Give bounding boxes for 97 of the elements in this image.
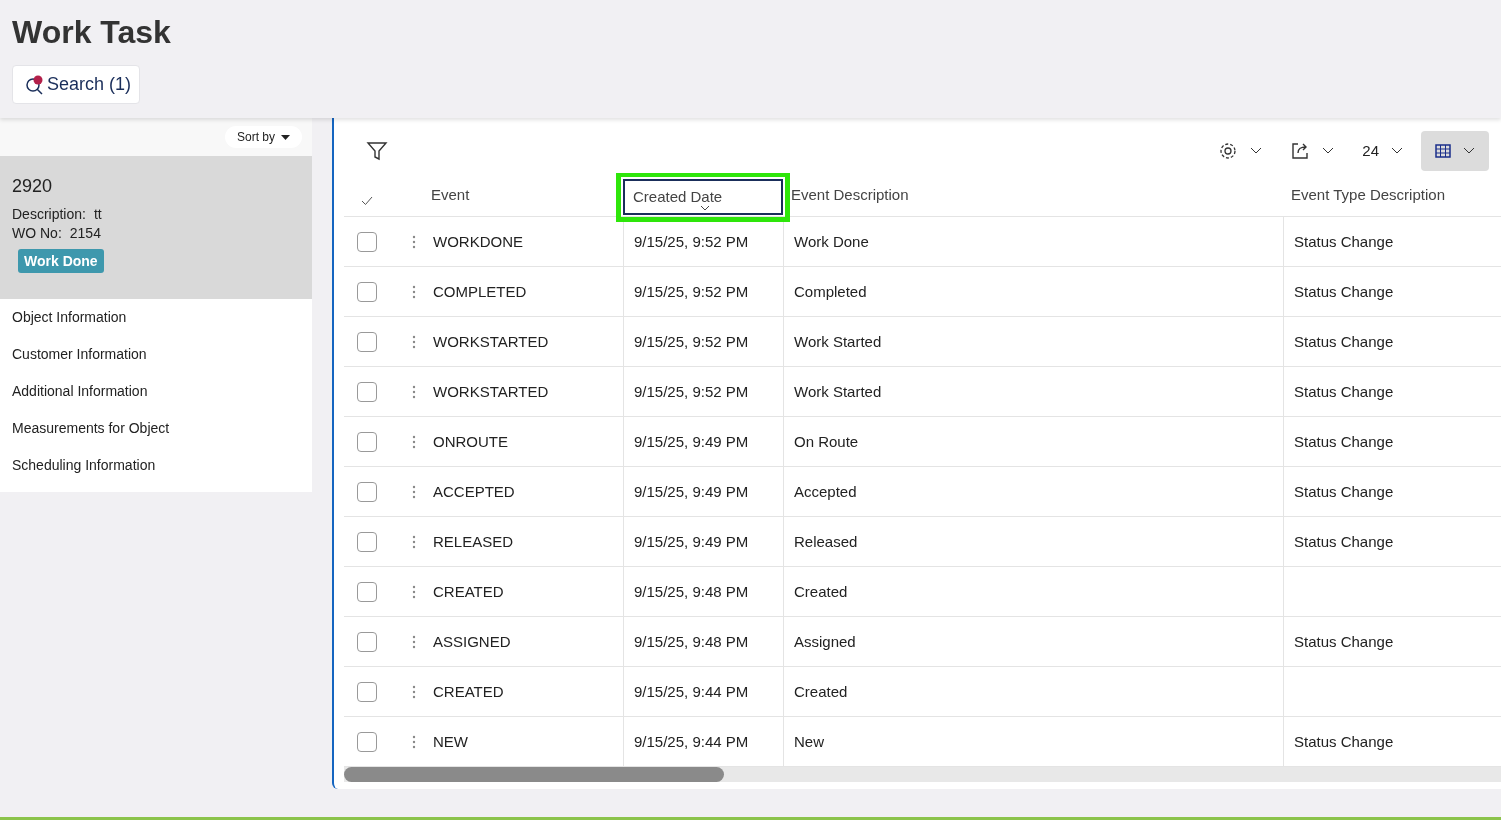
table-cell: CREATED [433, 583, 504, 600]
more-options-icon[interactable] [412, 734, 416, 749]
row-checkbox[interactable] [357, 631, 377, 652]
table-cell: RELEASED [433, 533, 514, 550]
table-cell: Completed [794, 283, 867, 300]
table-cell: Assigned [794, 633, 856, 650]
row-checkbox[interactable] [357, 281, 377, 302]
table-icon [1435, 143, 1451, 158]
chevron-icon [1463, 146, 1475, 155]
more-options-icon[interactable] [412, 684, 416, 699]
table-cell: 9/15/25, 9:44 PM [634, 733, 749, 750]
page-size-dropdown[interactable]: 24 [1352, 130, 1413, 171]
table-cell: Created [794, 683, 848, 700]
select-all-check-icon[interactable] [361, 196, 373, 206]
table-cell: Work Done [794, 233, 869, 250]
table-cell: WORKSTARTED [433, 333, 549, 350]
field-label: Description: [12, 206, 86, 222]
row-checkbox[interactable] [357, 681, 377, 702]
record-card[interactable]: 2920 Description: tt WO No: 2154 Work Done [0, 156, 312, 299]
search-icon [25, 74, 45, 95]
sort-chevron-icon [700, 204, 710, 211]
sidebar-item[interactable]: Object Information [0, 303, 312, 340]
table-cell: Status Change [1294, 333, 1394, 350]
caret-icon [281, 134, 290, 140]
row-checkbox[interactable] [357, 231, 377, 252]
table-cell: 9/15/25, 9:52 PM [634, 283, 749, 300]
sidebar-item[interactable]: Customer Information [0, 340, 312, 377]
table-cell: ASSIGNED [433, 633, 511, 650]
table-cell: Status Change [1294, 633, 1394, 650]
search-button[interactable]: Search (1) [12, 65, 141, 104]
sidebar-item[interactable]: Measurements for Object [0, 414, 312, 451]
filter-icon[interactable] [366, 139, 388, 162]
page-title: Work Task [12, 14, 172, 51]
table-cell: 9/15/25, 9:44 PM [634, 683, 749, 700]
status-badge: Work Done [18, 249, 104, 273]
table-cell: Status Change [1294, 483, 1394, 500]
table-cell: Status Change [1294, 283, 1394, 300]
table-cell: WORKSTARTED [433, 383, 549, 400]
column-header[interactable]: Event Type Description [1283, 176, 1453, 213]
table-cell: Work Started [794, 333, 882, 350]
field-label: WO No: [12, 225, 62, 241]
chevron-icon [1391, 146, 1403, 155]
table-cell: Status Change [1294, 233, 1394, 250]
more-options-icon[interactable] [412, 634, 416, 649]
more-options-icon[interactable] [412, 384, 416, 399]
row-checkbox[interactable] [357, 581, 377, 602]
more-options-icon[interactable] [412, 284, 416, 299]
table-cell: Status Change [1294, 433, 1394, 450]
more-options-icon[interactable] [412, 234, 416, 249]
table-cell: 9/15/25, 9:49 PM [634, 533, 749, 550]
table-cell: COMPLETED [433, 283, 527, 300]
table-cell: 9/15/25, 9:49 PM [634, 483, 749, 500]
column-header[interactable]: Event [423, 176, 478, 213]
table-cell: Status Change [1294, 383, 1394, 400]
row-checkbox[interactable] [357, 531, 377, 552]
column-header[interactable]: Event Description [783, 176, 917, 213]
table-cell: 9/15/25, 9:52 PM [634, 233, 749, 250]
table-cell: NEW [433, 733, 468, 750]
table-cell: Status Change [1294, 733, 1394, 750]
record-id: 2920 [12, 176, 54, 197]
table-cell: Created [794, 583, 848, 600]
chevron-icon [1250, 146, 1263, 155]
table-cell: Accepted [794, 483, 857, 500]
table-cell: New [794, 733, 824, 750]
table-cell: CREATED [433, 683, 504, 700]
table-cell: 9/15/25, 9:48 PM [634, 633, 749, 650]
export-icon [1290, 140, 1311, 161]
more-options-icon[interactable] [412, 534, 416, 549]
settings-icon [1218, 140, 1239, 161]
more-options-icon[interactable] [412, 434, 416, 449]
row-checkbox[interactable] [357, 331, 377, 352]
table-cell: ACCEPTED [433, 483, 515, 500]
field-value: 2154 [69, 225, 101, 241]
sort-by-button[interactable]: Sort by [225, 126, 302, 148]
table-cell: Status Change [1294, 533, 1394, 550]
scrollbar-thumb[interactable] [344, 767, 724, 782]
table-cell: ONROUTE [433, 433, 508, 450]
table-cell: 9/15/25, 9:52 PM [634, 383, 749, 400]
field-value: tt [93, 206, 102, 222]
row-checkbox[interactable] [357, 481, 377, 502]
more-options-icon[interactable] [412, 584, 416, 599]
chevron-icon [1322, 146, 1335, 155]
more-options-icon[interactable] [412, 484, 416, 499]
table-cell: Released [794, 533, 858, 550]
table-cell: 9/15/25, 9:49 PM [634, 433, 749, 450]
row-checkbox[interactable] [357, 731, 377, 752]
table-cell: 9/15/25, 9:52 PM [634, 333, 749, 350]
sidebar-item[interactable]: Additional Information [0, 377, 312, 414]
row-checkbox[interactable] [357, 381, 377, 402]
table-cell: Work Started [794, 383, 882, 400]
view-menu[interactable] [1421, 130, 1489, 171]
sidebar-item[interactable]: Scheduling Information [0, 451, 312, 488]
table-cell: 9/15/25, 9:48 PM [634, 583, 749, 600]
row-checkbox[interactable] [357, 431, 377, 452]
table-cell: WORKDONE [433, 233, 523, 250]
table-cell: On Route [794, 433, 859, 450]
more-options-icon[interactable] [412, 334, 416, 349]
